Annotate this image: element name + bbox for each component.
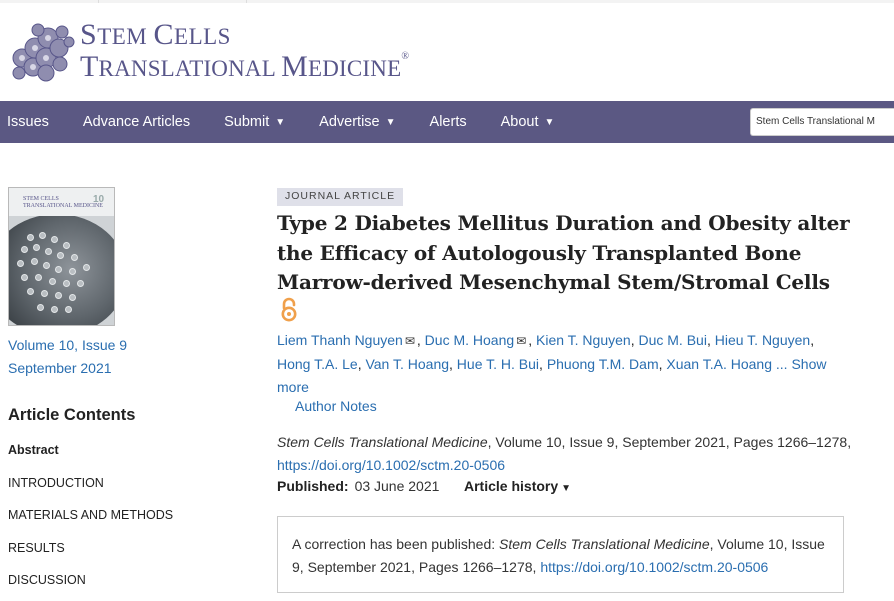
author-link[interactable]: Kien T. Nguyen bbox=[536, 332, 631, 348]
article-contents-list: Abstract INTRODUCTION MATERIALS AND METH… bbox=[8, 441, 173, 601]
article-type-badge: JOURNAL ARTICLE bbox=[277, 188, 404, 206]
journal-logo[interactable]: STEM CELLS TRANSLATIONAL MEDICINE® bbox=[8, 18, 409, 84]
author-link[interactable]: Duc M. Hoang bbox=[425, 332, 514, 348]
citation-details: , Volume 10, Issue 9, September 2021, Pa… bbox=[487, 434, 852, 450]
author-link[interactable]: Hieu T. Nguyen bbox=[715, 332, 810, 348]
author-link[interactable]: Liem Thanh Nguyen bbox=[277, 332, 403, 348]
cell-cluster-logo-icon bbox=[12, 23, 75, 82]
caret-down-icon: ▼ bbox=[561, 483, 572, 494]
cover-journal-title: STEM CELLS TRANSLATIONAL MEDICINE bbox=[23, 196, 103, 209]
search-scope-select[interactable]: Stem Cells Translational M bbox=[750, 108, 894, 136]
petri-dish-image bbox=[9, 214, 114, 325]
toc-item-results[interactable]: RESULTS bbox=[8, 539, 173, 572]
published-date: Published: 03 June 2021 bbox=[277, 478, 440, 494]
toc-item-discussion[interactable]: DISCUSSION bbox=[8, 571, 173, 601]
nav-advance-articles[interactable]: Advance Articles bbox=[66, 101, 207, 143]
citation: Stem Cells Translational Medicine, Volum… bbox=[277, 431, 857, 477]
correction-notice: A correction has been published: Stem Ce… bbox=[277, 516, 844, 593]
nav-alerts[interactable]: Alerts bbox=[413, 101, 484, 143]
envelope-icon[interactable]: ✉ bbox=[516, 334, 526, 348]
caret-down-icon: ▼ bbox=[275, 116, 286, 128]
open-access-icon bbox=[281, 297, 297, 322]
nav-advertise[interactable]: Advertise ▼ bbox=[302, 101, 412, 143]
toc-item-materials-and-methods[interactable]: MATERIALS AND METHODS bbox=[8, 506, 173, 539]
cover-badge: 10 bbox=[93, 194, 105, 205]
author-link[interactable]: Xuan T.A. Hoang bbox=[666, 356, 772, 372]
article-history-toggle[interactable]: Article history ▼ bbox=[464, 478, 571, 494]
author-link[interactable]: Duc M. Bui bbox=[638, 332, 706, 348]
author-link[interactable]: Van T. Hoang bbox=[365, 356, 449, 372]
article-contents-heading: Article Contents bbox=[8, 406, 136, 424]
author-link[interactable]: Hue T. H. Bui bbox=[457, 356, 539, 372]
nav-about[interactable]: About ▼ bbox=[484, 101, 572, 143]
issue-cover-image[interactable]: STEM CELLS TRANSLATIONAL MEDICINE 10 bbox=[8, 187, 115, 326]
nav-submit[interactable]: Submit ▼ bbox=[207, 101, 302, 143]
caret-down-icon: ▼ bbox=[385, 116, 396, 128]
citation-journal: Stem Cells Translational Medicine bbox=[277, 434, 488, 450]
nav-issues[interactable]: Issues bbox=[0, 101, 66, 143]
toc-item-abstract[interactable]: Abstract bbox=[8, 441, 173, 474]
logo-line-2: TRANSLATIONAL MEDICINE® bbox=[80, 50, 410, 83]
toc-item-introduction[interactable]: INTRODUCTION bbox=[8, 474, 173, 507]
author-list: Liem Thanh Nguyen ✉, Duc M. Hoang ✉, Kien … bbox=[277, 332, 827, 395]
envelope-icon[interactable]: ✉ bbox=[405, 334, 415, 348]
doi-link[interactable]: https://doi.org/10.1002/sctm.20-0506 bbox=[277, 457, 505, 473]
author-notes-link[interactable]: Author Notes bbox=[295, 398, 377, 414]
author-link[interactable]: Hong T.A. Le bbox=[277, 356, 358, 372]
author-link[interactable]: Phuong T.M. Dam bbox=[547, 356, 659, 372]
article-title: Type 2 Diabetes Mellitus Duration and Ob… bbox=[277, 211, 850, 294]
browser-top-strip bbox=[0, 0, 894, 3]
issue-link[interactable]: Volume 10, Issue 9 September 2021 bbox=[8, 334, 127, 380]
logo-line-1: STEM CELLS bbox=[80, 18, 231, 51]
correction-doi-link[interactable]: https://doi.org/10.1002/sctm.20-0506 bbox=[540, 559, 768, 575]
caret-down-icon: ▼ bbox=[544, 116, 555, 128]
